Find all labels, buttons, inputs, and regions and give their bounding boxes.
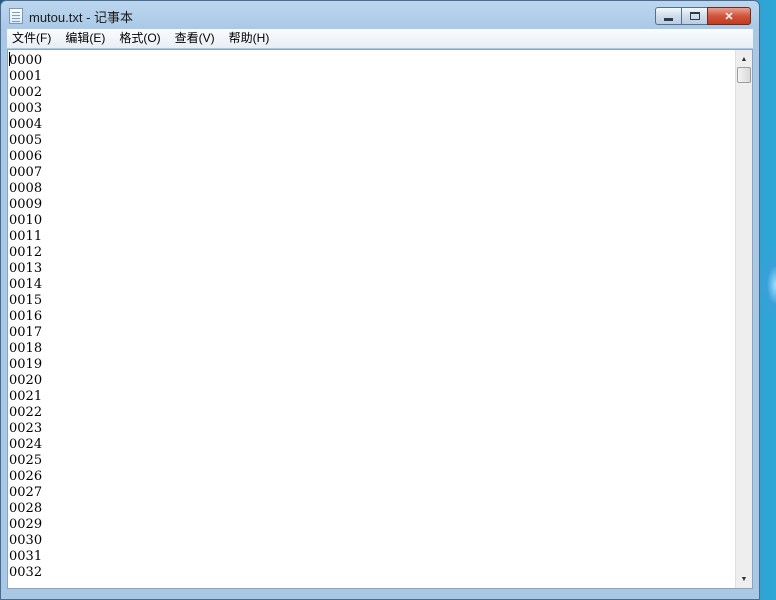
text-line: 0026 [9,469,43,484]
text-line: 0005 [9,133,43,148]
caption-buttons: ✕ [655,7,751,25]
text-line: 0011 [9,229,43,244]
text-line: 0028 [9,501,43,516]
text-line: 0000 [9,52,43,68]
text-line: 0003 [9,101,43,116]
desktop-background [760,250,776,320]
text-line: 0004 [9,117,43,132]
text-line: 0025 [9,453,43,468]
text-line: 0023 [9,421,43,436]
maximize-icon [689,12,700,20]
text-line: 0020 [9,373,43,388]
text-line: 0016 [9,309,43,324]
scroll-up-arrow-icon[interactable]: ▲ [736,51,752,67]
menu-help[interactable]: 帮助(H) [222,30,277,47]
window-title: mutou.txt - 记事本 [29,9,134,25]
maximize-button[interactable] [681,7,707,25]
notepad-icon[interactable] [9,8,23,24]
text-line: 0002 [9,85,43,100]
menu-file[interactable]: 文件(F) [7,30,58,47]
notepad-window: mutou.txt - 记事本 ✕ 文件(F) 编辑(E) 格式(O) 查看(V… [0,0,760,600]
menu-format[interactable]: 格式(O) [112,30,167,47]
text-area[interactable]: 0000 0001 0002 0003 0004 0005 0006 0007 0008 0009… [8,50,735,588]
text-line: 0027 [9,485,43,500]
text-line: 0009 [9,197,43,212]
close-icon: ✕ [724,10,734,23]
text-line: 0014 [9,277,43,292]
text-line: 0012 [9,245,43,260]
text-line: 0008 [9,181,43,196]
menu-view[interactable]: 查看(V) [168,30,222,47]
title-bar[interactable]: mutou.txt - 记事本 ✕ [1,1,759,31]
text-line: 0024 [9,437,43,452]
scrollbar-thumb[interactable] [737,67,751,83]
text-line: 0029 [9,517,43,532]
text-line: 0015 [9,293,43,308]
text-line: 0030 [9,533,43,548]
text-line: 0006 [9,149,43,164]
text-line: 0007 [9,165,43,180]
scroll-down-arrow-icon[interactable]: ▼ [736,571,752,587]
text-line: 0017 [9,325,43,340]
text-line: 0022 [9,405,43,420]
text-line: 0032 [9,565,43,580]
vertical-scrollbar[interactable]: ▲ ▼ [735,50,752,588]
text-line: 0021 [9,389,43,404]
text-line: 0010 [9,213,43,228]
text-line: 0001 [9,69,43,84]
minimize-icon [664,17,673,21]
text-line: 0013 [9,261,43,276]
menu-bar: 文件(F) 编辑(E) 格式(O) 查看(V) 帮助(H) [7,29,753,48]
menu-edit[interactable]: 编辑(E) [58,30,112,47]
text-line: 0031 [9,549,43,564]
text-line: 0019 [9,357,43,372]
text-line: 0018 [9,341,43,356]
editor[interactable]: 0000 0001 0002 0003 0004 0005 0006 0007 0008 0009… [7,49,753,589]
minimize-button[interactable] [655,7,681,25]
close-button[interactable]: ✕ [707,7,751,25]
